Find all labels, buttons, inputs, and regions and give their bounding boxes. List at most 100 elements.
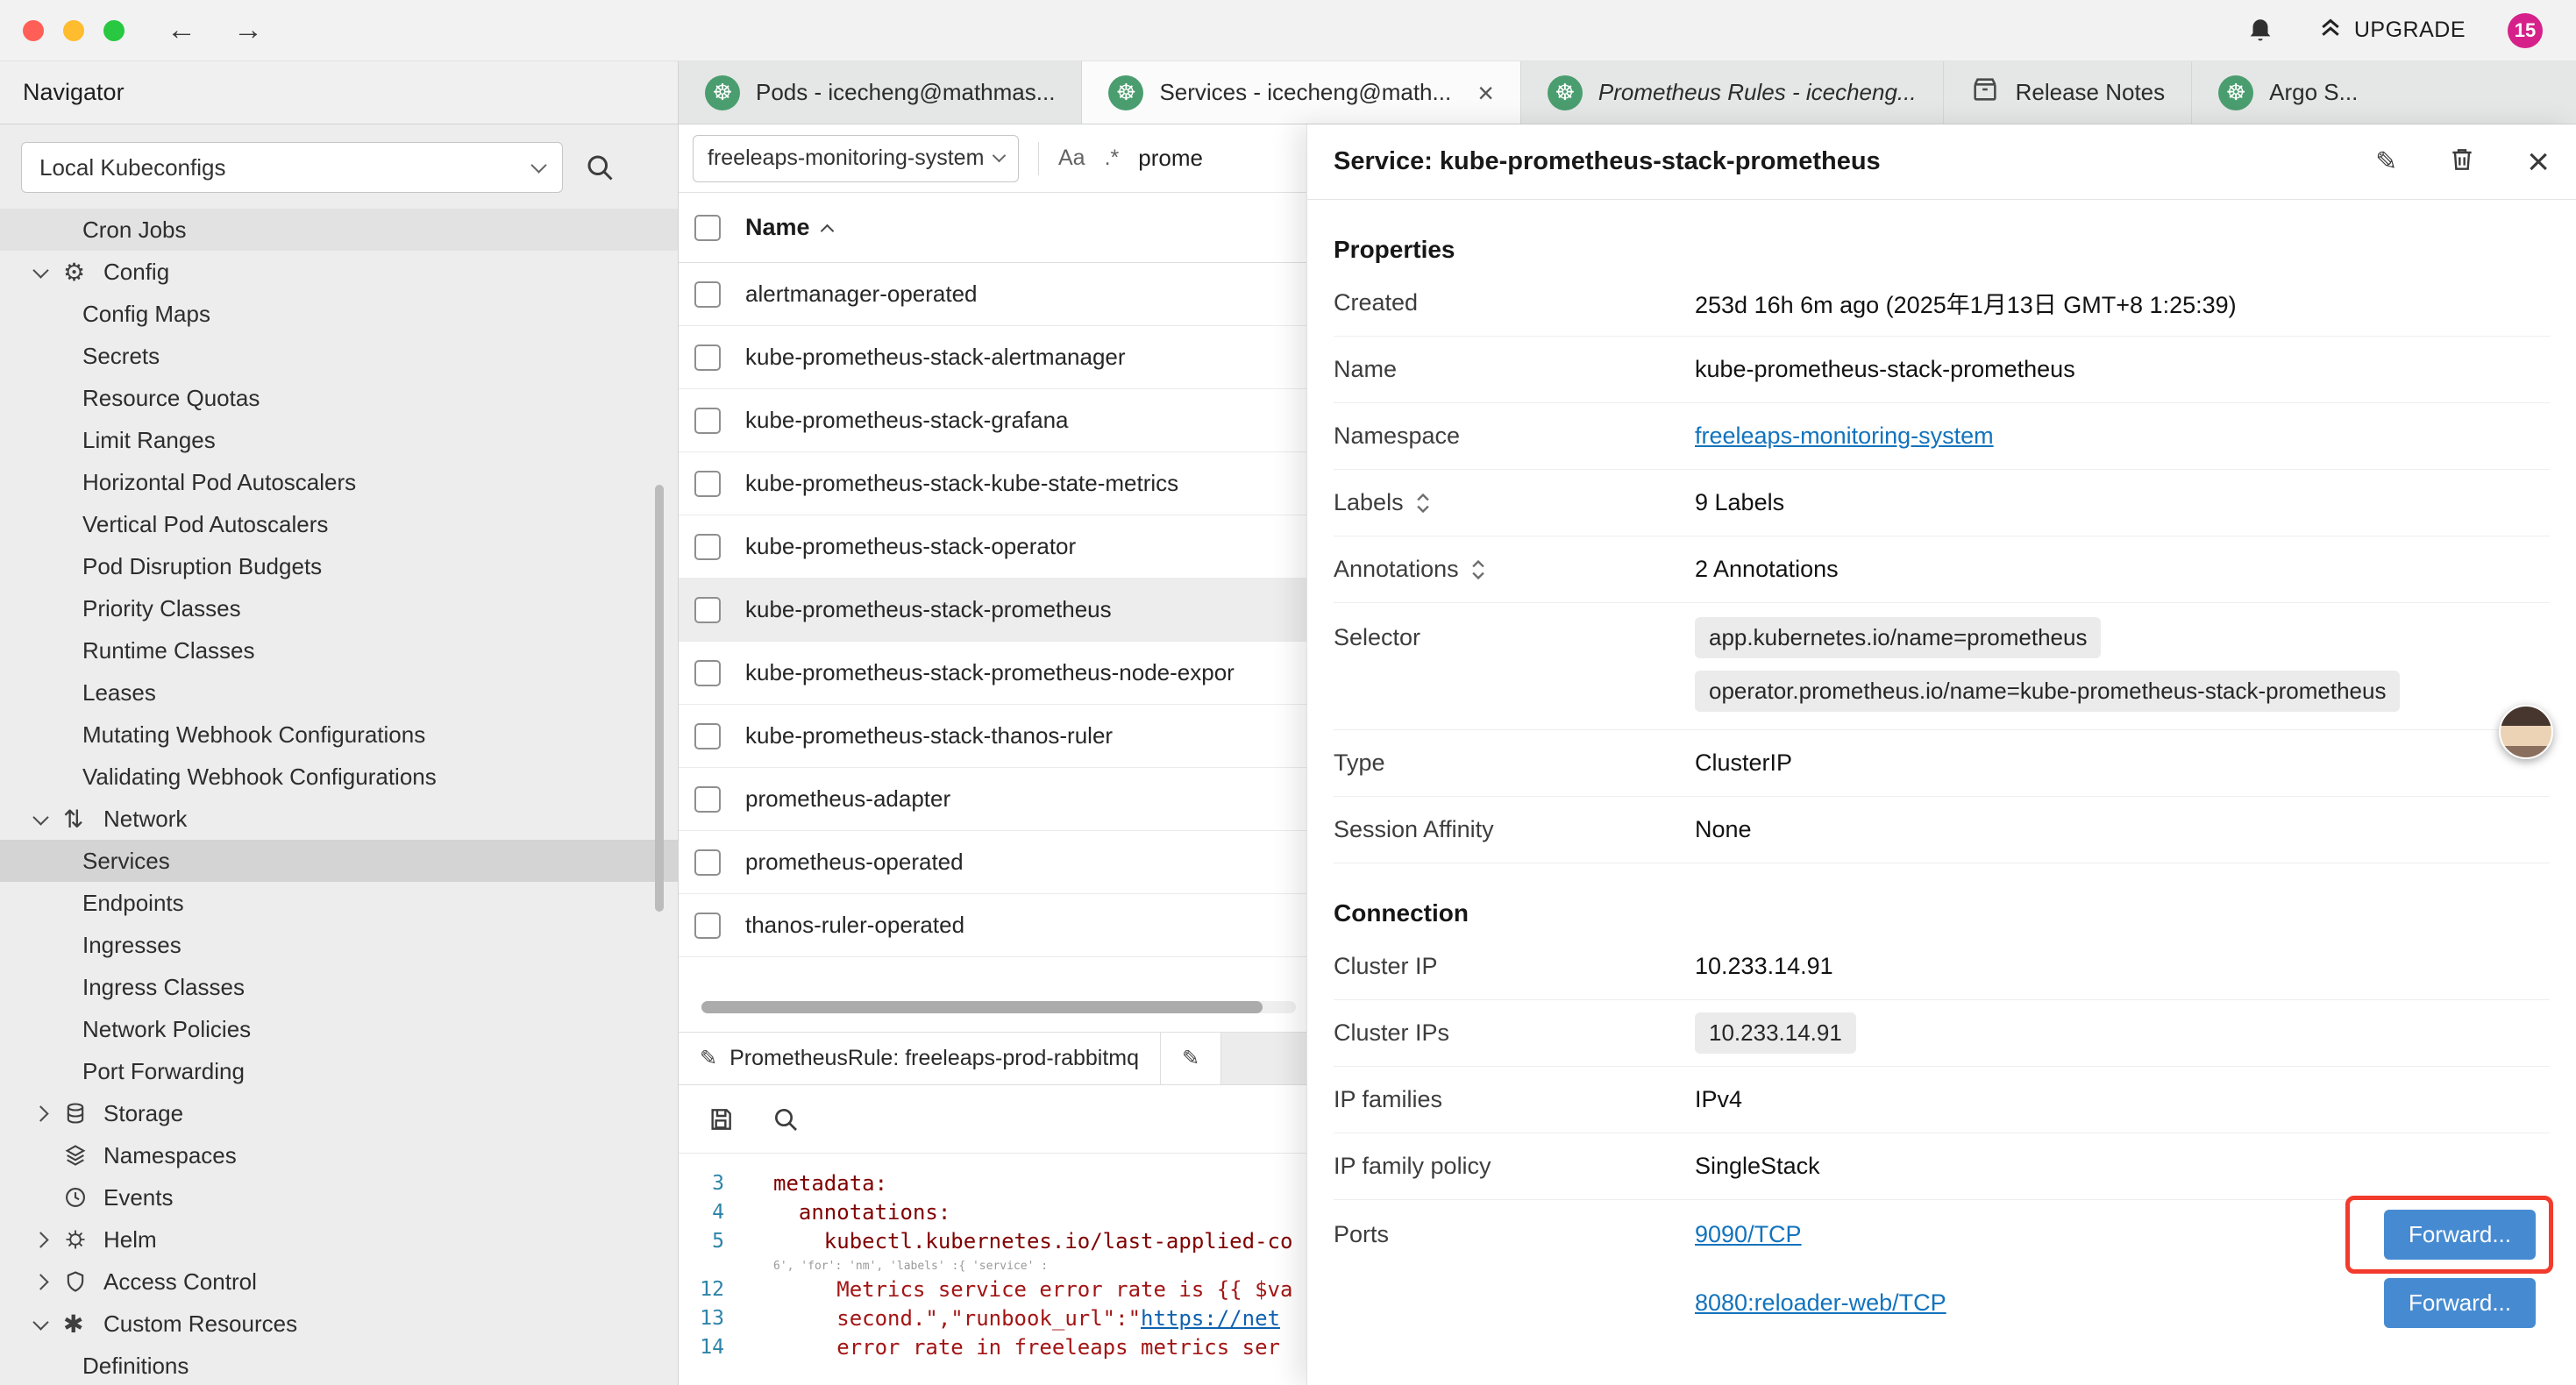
port-line: Ports 9090/TCP Forward...	[1334, 1200, 2550, 1268]
sidebar-item-services[interactable]: Services	[0, 840, 678, 882]
edit-icon[interactable]: ✎	[2375, 146, 2397, 177]
row-checkbox[interactable]	[694, 408, 721, 434]
save-icon[interactable]	[707, 1105, 735, 1133]
back-button[interactable]: ←	[167, 13, 196, 47]
row-checkbox[interactable]	[694, 786, 721, 813]
notifications-bell-icon[interactable]	[2245, 16, 2275, 46]
runbook-url-link[interactable]: https://net	[1141, 1306, 1280, 1331]
table-row[interactable]: kube-prometheus-stack-prometheus-node-ex…	[679, 642, 1306, 705]
table-row[interactable]: kube-prometheus-stack-thanos-ruler	[679, 705, 1306, 768]
user-avatar[interactable]	[2499, 705, 2553, 759]
port-link-8080-reloader-web[interactable]: 8080:reloader-web/TCP	[1695, 1289, 1946, 1317]
row-checkbox[interactable]	[694, 660, 721, 686]
sidebar-item-secrets[interactable]: Secrets	[0, 335, 678, 377]
forward-button[interactable]: Forward...	[2384, 1210, 2536, 1260]
port-link-9090[interactable]: 9090/TCP	[1695, 1221, 1802, 1248]
sidebar-item-events[interactable]: Events	[0, 1176, 678, 1218]
match-case-toggle[interactable]: Aa	[1058, 146, 1085, 171]
dock-tab-partial[interactable]: ✎	[1161, 1033, 1221, 1084]
sidebar-item-mutating-webhook-configurations[interactable]: Mutating Webhook Configurations	[0, 714, 678, 756]
sidebar-item-config-maps[interactable]: Config Maps	[0, 293, 678, 335]
chevron-down-icon	[35, 1319, 63, 1328]
sidebar-group-helm[interactable]: Helm	[0, 1218, 678, 1261]
row-checkbox[interactable]	[694, 534, 721, 560]
table-row[interactable]: alertmanager-operated	[679, 263, 1306, 326]
connection-section-title: Connection	[1334, 893, 2550, 934]
table-row[interactable]: thanos-ruler-operated	[679, 894, 1306, 957]
service-detail-drawer: Service: kube-prometheus-stack-prometheu…	[1306, 124, 2576, 1385]
row-checkbox[interactable]	[694, 344, 721, 371]
row-checkbox[interactable]	[694, 471, 721, 497]
sidebar-item-priority-classes[interactable]: Priority Classes	[0, 587, 678, 629]
search-query-text[interactable]: prome	[1138, 145, 1203, 172]
tab-prometheus-rules[interactable]: ☸ Prometheus Rules - icecheng...	[1521, 61, 1944, 124]
sidebar-item-namespaces[interactable]: Namespaces	[0, 1134, 678, 1176]
selector-badge: app.kubernetes.io/name=prometheus	[1695, 617, 2101, 658]
table-row-selected[interactable]: kube-prometheus-stack-prometheus	[679, 579, 1306, 642]
tab-pods[interactable]: ☸ Pods - icecheng@mathmas...	[679, 61, 1082, 124]
sidebar-item-leases[interactable]: Leases	[0, 671, 678, 714]
sidebar-item-ingress-classes[interactable]: Ingress Classes	[0, 966, 678, 1008]
tree-indent-spacer	[35, 1193, 63, 1203]
code-line: 13 second.","runbook_url":"https://net	[679, 1304, 1306, 1333]
delete-icon[interactable]	[2448, 146, 2476, 178]
tab-services[interactable]: ☸ Services - icecheng@math... ×	[1082, 61, 1520, 124]
sidebar-item-vertical-pod-autoscalers[interactable]: Vertical Pod Autoscalers	[0, 503, 678, 545]
sidebar-scrollbar[interactable]	[655, 485, 664, 912]
forward-button[interactable]: →	[233, 13, 263, 47]
table-row[interactable]: kube-prometheus-stack-grafana	[679, 389, 1306, 452]
expand-collapse-icon[interactable]	[1469, 558, 1487, 581]
namespaces-icon	[63, 1143, 103, 1168]
editor-search-icon[interactable]	[772, 1105, 800, 1133]
table-row[interactable]: kube-prometheus-stack-alertmanager	[679, 326, 1306, 389]
yaml-editor[interactable]: 3metadata: 4 annotations: 5 kubectl.kube…	[679, 1154, 1306, 1362]
expand-collapse-icon[interactable]	[1414, 492, 1432, 515]
notification-count-badge[interactable]: 15	[2508, 13, 2543, 48]
sidebar-group-config[interactable]: ⚙ Config	[0, 251, 678, 293]
close-window-button[interactable]	[23, 20, 44, 41]
table-row[interactable]: prometheus-operated	[679, 831, 1306, 894]
row-checkbox[interactable]	[694, 281, 721, 308]
sidebar-item-ingresses[interactable]: Ingresses	[0, 924, 678, 966]
row-checkbox[interactable]	[694, 913, 721, 939]
tab-release-notes[interactable]: Release Notes	[1944, 61, 2193, 124]
sidebar-item-network-policies[interactable]: Network Policies	[0, 1008, 678, 1050]
dock-tab-prometheusrule[interactable]: ✎ PrometheusRule: freeleaps-prod-rabbitm…	[679, 1033, 1161, 1084]
forward-button[interactable]: Forward...	[2384, 1278, 2536, 1328]
sidebar-item-pod-disruption-budgets[interactable]: Pod Disruption Budgets	[0, 545, 678, 587]
name-column-header[interactable]: Name	[745, 214, 832, 241]
namespace-select[interactable]: freeleaps-monitoring-system	[693, 135, 1019, 182]
scrollbar-thumb[interactable]	[701, 1001, 1263, 1013]
table-row[interactable]: kube-prometheus-stack-kube-state-metrics	[679, 452, 1306, 515]
regex-toggle[interactable]: .*	[1105, 146, 1120, 171]
sidebar-group-access-control[interactable]: Access Control	[0, 1261, 678, 1303]
table-row[interactable]: kube-prometheus-stack-operator	[679, 515, 1306, 579]
sidebar-item-resource-quotas[interactable]: Resource Quotas	[0, 377, 678, 419]
horizontal-scrollbar[interactable]	[701, 1001, 1296, 1013]
close-icon[interactable]: ×	[2527, 143, 2550, 181]
sidebar-search-icon[interactable]	[584, 152, 616, 183]
table-row[interactable]: prometheus-adapter	[679, 768, 1306, 831]
sidebar-item-cron-jobs[interactable]: Cron Jobs	[0, 209, 678, 251]
kubeconfig-select[interactable]: Local Kubeconfigs	[21, 142, 563, 193]
sidebar-group-network[interactable]: ⇅ Network	[0, 798, 678, 840]
sidebar-group-custom-resources[interactable]: ✱ Custom Resources	[0, 1303, 678, 1345]
sidebar-group-storage[interactable]: Storage	[0, 1092, 678, 1134]
sidebar-item-port-forwarding[interactable]: Port Forwarding	[0, 1050, 678, 1092]
namespace-link[interactable]: freeleaps-monitoring-system	[1695, 423, 1994, 450]
row-checkbox[interactable]	[694, 849, 721, 876]
row-checkbox[interactable]	[694, 723, 721, 749]
sidebar-item-definitions[interactable]: Definitions	[0, 1345, 678, 1385]
sidebar-item-horizontal-pod-autoscalers[interactable]: Horizontal Pod Autoscalers	[0, 461, 678, 503]
upgrade-button[interactable]: UPGRADE	[2317, 14, 2466, 46]
select-all-checkbox[interactable]	[694, 215, 721, 241]
row-checkbox[interactable]	[694, 597, 721, 623]
minimize-window-button[interactable]	[63, 20, 84, 41]
sidebar-item-endpoints[interactable]: Endpoints	[0, 882, 678, 924]
maximize-window-button[interactable]	[103, 20, 125, 41]
close-tab-icon[interactable]: ×	[1477, 79, 1494, 107]
sidebar-item-limit-ranges[interactable]: Limit Ranges	[0, 419, 678, 461]
sidebar-item-validating-webhook-configurations[interactable]: Validating Webhook Configurations	[0, 756, 678, 798]
tab-argo[interactable]: ☸ Argo S...	[2192, 61, 2576, 124]
sidebar-item-runtime-classes[interactable]: Runtime Classes	[0, 629, 678, 671]
